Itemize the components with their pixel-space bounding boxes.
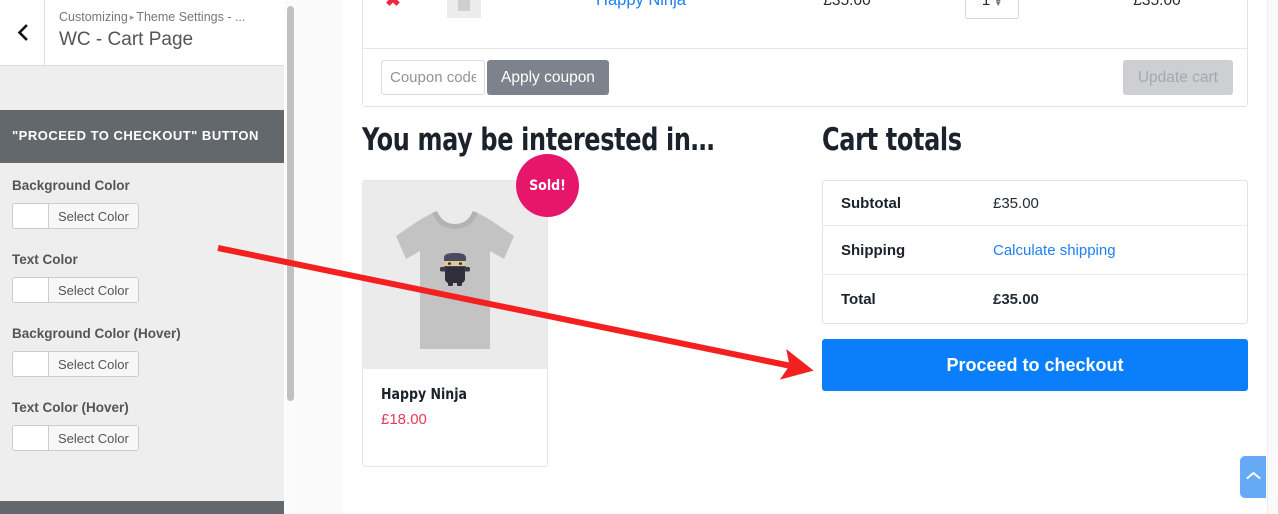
totals-value-subtotal: £35.00	[993, 194, 1039, 212]
quantity-value[interactable]: 1	[982, 0, 990, 9]
customizer-top-gap	[0, 66, 284, 110]
totals-row-shipping: Shipping Calculate shipping	[823, 226, 1247, 275]
field-label-background-color: Background Color	[12, 178, 130, 193]
color-picker-background-color-hover[interactable]: Select Color	[12, 351, 139, 377]
field-text-color-hover: Text Color (Hover) Select Color	[12, 399, 270, 455]
field-background-color-hover: Background Color (Hover) Select Color	[12, 325, 270, 381]
cart-cell-quantity: 1 ▲▼	[917, 0, 1067, 19]
select-color-label-text-color[interactable]: Select Color	[49, 278, 138, 302]
cross-sells-heading: You may be interested in…	[362, 122, 715, 158]
select-color-label-text-color-hover[interactable]: Select Color	[49, 426, 138, 450]
field-label-background-color-hover: Background Color (Hover)	[12, 326, 181, 341]
section-body-proceed-to-checkout-button: Background Color Select Color Text Color…	[0, 163, 284, 479]
color-swatch-background-color-hover[interactable]	[13, 352, 49, 376]
select-color-label-background-color[interactable]: Select Color	[49, 204, 138, 228]
update-cart-button[interactable]: Update cart	[1122, 60, 1233, 95]
cart-cell-thumbnail	[423, 0, 505, 18]
back-button[interactable]	[0, 0, 45, 65]
proceed-to-checkout-button[interactable]: Proceed to checkout	[822, 339, 1248, 391]
cross-sells-column: You may be interested in… Sold! Happy Ni…	[362, 122, 822, 467]
cart-totals-column: Cart totals Subtotal £35.00 Shipping Cal…	[822, 122, 1248, 467]
scroll-to-top-button[interactable]	[1240, 456, 1266, 498]
customizer-header: Customizing ▸ Theme Settings - ... WC - Ca…	[0, 0, 284, 66]
section-header-cross-sells-products[interactable]: CROSS-SELLS PRODUCTS	[0, 501, 284, 514]
cart-totals-table: Subtotal £35.00 Shipping Calculate shipp…	[822, 180, 1248, 324]
customizer-body: "PROCEED TO CHECKOUT" BUTTON Background …	[0, 66, 284, 514]
field-label-text-color: Text Color	[12, 252, 78, 267]
cross-sell-product-card[interactable]: Sold! Happy Ninja £18.00	[362, 154, 579, 467]
cart-cell-price: £35.00	[823, 0, 871, 9]
panel-title: WC - Cart Page	[59, 29, 194, 50]
totals-row-subtotal: Subtotal £35.00	[823, 181, 1247, 226]
cross-sell-product-price: £18.00	[381, 411, 427, 428]
cart-row: ✖ Happy Ninja £35.00 1 ▼ £35.00	[363, 0, 1247, 49]
cart-table: ✖ Happy Ninja £35.00 1 ▼ £35.00 Coupon c…	[362, 0, 1248, 107]
section-header-proceed-to-checkout-button[interactable]: "PROCEED TO CHECKOUT" BUTTON	[0, 110, 284, 163]
color-picker-background-color[interactable]: Select Color	[12, 203, 139, 229]
breadcrumb-root: Customizing	[59, 10, 128, 24]
quantity-spinner-icon[interactable]: ▲▼	[994, 0, 1002, 7]
customizer-sidebar: Customizing ▸ Theme Settings - ... WC - Ca…	[0, 0, 284, 514]
chevron-up-icon	[1246, 468, 1261, 486]
happy-ninja-thumbnail[interactable]	[447, 0, 481, 18]
quantity-stepper[interactable]: 1 ▲▼	[965, 0, 1019, 19]
customizer-titles: Customizing ▸ Theme Settings - ... WC - Ca…	[45, 0, 284, 65]
happy-ninja-tshirt-image[interactable]	[363, 181, 547, 369]
totals-value-total: £35.00	[993, 290, 1039, 308]
product-link-happy-ninja[interactable]: Happy Ninja	[596, 0, 686, 9]
chevron-left-icon	[16, 24, 29, 41]
breadcrumb: Customizing ▸ Theme Settings - ...	[59, 9, 270, 26]
screen-root: Customizing ▸ Theme Settings - ... WC - Ca…	[0, 0, 1278, 514]
color-swatch-text-color[interactable]	[13, 278, 49, 302]
apply-coupon-button[interactable]: Apply coupon	[487, 60, 609, 95]
breadcrumb-tail: Theme Settings - ...	[136, 10, 246, 24]
page-left-margin	[296, 0, 343, 514]
remove-item-x-icon[interactable]: ✖	[385, 0, 401, 11]
field-label-text-color-hover: Text Color (Hover)	[12, 400, 129, 415]
cross-sell-product-name[interactable]: Happy Ninja	[381, 385, 514, 403]
cart-actions-row: Apply coupon Update cart	[363, 49, 1247, 106]
sidebar-scrollbar-thumb[interactable]	[287, 6, 294, 401]
cart-lower-section: You may be interested in… Sold! Happy Ni…	[362, 122, 1248, 467]
cart-cell-subtotal: £35.00	[1133, 0, 1181, 9]
color-picker-text-color[interactable]: Select Color	[12, 277, 139, 303]
calculate-shipping-link[interactable]: Calculate shipping	[993, 242, 1116, 259]
totals-label-total: Total	[841, 290, 876, 308]
color-picker-text-color-hover[interactable]: Select Color	[12, 425, 139, 451]
field-text-color: Text Color Select Color	[12, 251, 270, 307]
site-preview: ✖ Happy Ninja £35.00 1 ▼ £35.00 Coupon c…	[296, 0, 1278, 514]
color-swatch-background-color[interactable]	[13, 204, 49, 228]
color-swatch-text-color-hover[interactable]	[13, 426, 49, 450]
sold-badge: Sold!	[516, 154, 579, 217]
preview-page: ✖ Happy Ninja £35.00 1 ▼ £35.00 Coupon c…	[296, 0, 1266, 514]
field-background-color: Background Color Select Color	[12, 177, 270, 233]
cart-totals-heading: Cart totals	[822, 122, 962, 158]
browser-scrollbar[interactable]	[1267, 0, 1278, 514]
totals-label-shipping: Shipping	[841, 241, 906, 259]
coupon-code-input[interactable]	[381, 60, 485, 95]
select-color-label-background-color-hover[interactable]: Select Color	[49, 352, 138, 376]
cross-sell-product-meta: Happy Ninja £18.00	[363, 369, 547, 466]
totals-label-subtotal: Subtotal	[841, 194, 901, 212]
totals-row-total: Total £35.00	[823, 275, 1247, 323]
cart-cell-remove: ✖	[363, 0, 423, 11]
cart-cell-product-name: Happy Ninja	[505, 0, 777, 10]
